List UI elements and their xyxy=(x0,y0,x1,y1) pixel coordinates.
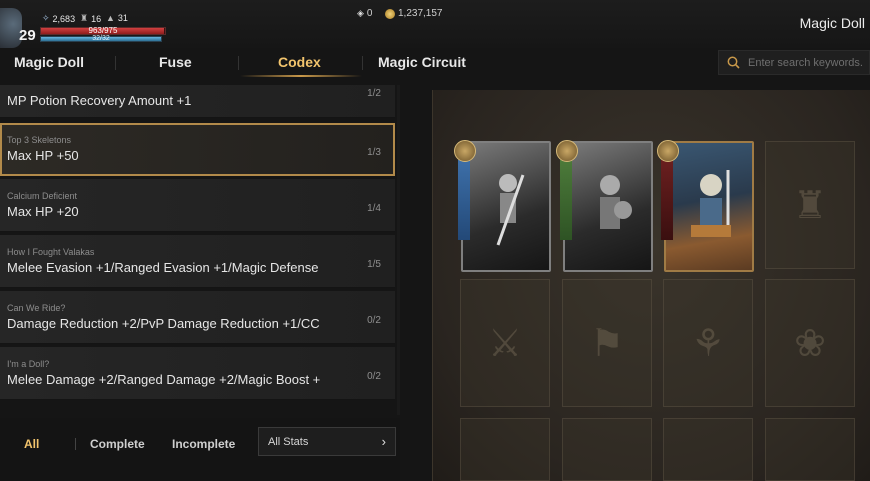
codex-slot-empty[interactable] xyxy=(562,418,652,481)
combat-power-value: 2,683 xyxy=(52,13,76,24)
active-tab-indicator xyxy=(240,75,362,77)
skeleton-warrior-figure-icon xyxy=(600,175,632,229)
banner-red xyxy=(661,160,673,240)
combat-power: ✧ 2,683 xyxy=(42,13,75,24)
skeleton-figure-icon xyxy=(496,174,525,246)
tab-divider xyxy=(115,56,116,70)
feather-icon: ✧ xyxy=(42,13,50,23)
filter-complete-button[interactable]: Complete xyxy=(90,434,145,454)
gold-value: 1,237,157 xyxy=(398,8,443,19)
search-input[interactable] xyxy=(748,56,868,69)
codex-list-item[interactable]: I'm a Doll? Melee Damage +2/Ranged Damag… xyxy=(0,347,395,400)
banner-silhouette-icon: ⚑ xyxy=(589,322,625,365)
doll-card-collected[interactable] xyxy=(664,141,754,272)
filter-bar: All Complete Incomplete All Stats › xyxy=(0,418,400,481)
codex-slot-empty[interactable]: ⚔ xyxy=(460,279,550,407)
search-icon xyxy=(727,56,740,69)
codex-progress: 1/4 xyxy=(367,203,381,214)
codex-slot-empty[interactable] xyxy=(460,418,550,481)
skeleton-knight-figure-icon xyxy=(691,170,731,237)
gem-value: 0 xyxy=(366,8,373,19)
list-scrollbar[interactable] xyxy=(397,85,400,415)
codex-progress: 0/2 xyxy=(367,371,381,382)
mp-text: 32/32 xyxy=(92,35,110,42)
grade-medal-icon xyxy=(556,140,578,162)
codex-slot-empty[interactable] xyxy=(663,418,753,481)
hp-text: 963/975 xyxy=(88,26,118,35)
tab-divider xyxy=(238,56,239,70)
codex-list-item[interactable]: How I Fought Valakas Melee Evasion +1/Ra… xyxy=(0,235,395,288)
stat-c-value: 31 xyxy=(117,13,128,23)
chevron-right-icon: › xyxy=(381,434,386,449)
banner-green xyxy=(560,160,572,240)
codex-effect: Max HP +20 xyxy=(7,204,79,219)
sail-icon: ▲ xyxy=(106,13,115,23)
stat-filter-value: All Stats xyxy=(268,436,309,448)
codex-list-item[interactable]: MP Potion Recovery Amount +1 1/2 xyxy=(0,85,395,118)
stat-filter-select[interactable]: All Stats › xyxy=(258,427,396,456)
codex-name: Top 3 Skeletons xyxy=(7,135,72,145)
gem-icon: ◈ xyxy=(357,8,364,18)
codex-slot-empty[interactable]: ❀ xyxy=(765,279,855,407)
top-status-bar: 29 ✧ 2,683 ♜ 16 ▲ 31 963/975 32/32 ◈ 0 1… xyxy=(0,0,870,48)
filter-all-button[interactable]: All xyxy=(24,434,39,454)
codex-list-item[interactable]: Can We Ride? Damage Reduction +2/PvP Dam… xyxy=(0,291,395,344)
codex-progress: 0/2 xyxy=(367,315,381,326)
tab-magic-doll[interactable]: Magic Doll xyxy=(14,48,84,78)
doll-card-uncollected[interactable] xyxy=(461,141,551,272)
codex-name: I'm a Doll? xyxy=(7,359,50,369)
gold-coin-icon xyxy=(385,8,395,19)
tree-silhouette-icon: ⚘ xyxy=(690,322,726,365)
tab-divider xyxy=(362,56,363,70)
codex-name: How I Fought Valakas xyxy=(7,247,95,257)
crest-silhouette-icon: ❀ xyxy=(794,322,826,365)
banner-blue xyxy=(458,160,470,240)
grade-medal-icon xyxy=(657,140,679,162)
codex-list: MP Potion Recovery Amount +1 1/2 Top 3 S… xyxy=(0,85,397,415)
codex-effect: Melee Damage +2/Ranged Damage +2/Magic B… xyxy=(7,372,321,387)
codex-list-item[interactable]: Calcium Deficient Max HP +20 1/4 xyxy=(0,179,395,232)
grade-medal-icon xyxy=(454,140,476,162)
window-title: Magic Doll xyxy=(799,15,865,31)
codex-progress: 1/2 xyxy=(367,88,381,99)
sword-silhouette-icon: ⚔ xyxy=(487,322,523,365)
filter-divider xyxy=(75,438,76,450)
codex-slot-empty[interactable] xyxy=(765,418,855,481)
tower-silhouette-icon: ♜ xyxy=(792,184,828,227)
player-level: 29 xyxy=(19,27,36,44)
doll-card-uncollected[interactable] xyxy=(563,141,653,272)
codex-effect: Melee Evasion +1/Ranged Evasion +1/Magic… xyxy=(7,260,319,275)
stat-b: ♜ 16 xyxy=(80,13,101,24)
codex-effect: Damage Reduction +2/PvP Damage Reduction… xyxy=(7,316,320,331)
codex-slot-empty[interactable]: ⚑ xyxy=(562,279,652,407)
gold-currency: 1,237,157 xyxy=(385,8,443,19)
tab-codex[interactable]: Codex xyxy=(278,48,321,78)
codex-slot-empty[interactable]: ♜ xyxy=(765,141,855,269)
tab-fuse[interactable]: Fuse xyxy=(159,48,192,78)
codex-effect: Max HP +50 xyxy=(7,148,79,163)
tab-magic-circuit[interactable]: Magic Circuit xyxy=(378,48,466,78)
filter-incomplete-button[interactable]: Incomplete xyxy=(172,434,235,454)
codex-slot-empty[interactable]: ⚘ xyxy=(663,279,753,407)
tower-icon: ♜ xyxy=(80,13,89,23)
codex-progress: 1/5 xyxy=(367,259,381,270)
stat-c: ▲ 31 xyxy=(106,13,128,23)
codex-progress: 1/3 xyxy=(367,147,381,158)
gem-currency: ◈ 0 xyxy=(357,8,372,19)
stat-b-value: 16 xyxy=(91,13,102,24)
codex-name: Calcium Deficient xyxy=(7,191,78,201)
codex-name: Can We Ride? xyxy=(7,303,66,313)
codex-list-item-selected[interactable]: Top 3 Skeletons Max HP +50 1/3 xyxy=(0,123,395,176)
search-box[interactable] xyxy=(718,50,870,75)
codex-effect: MP Potion Recovery Amount +1 xyxy=(7,93,192,108)
